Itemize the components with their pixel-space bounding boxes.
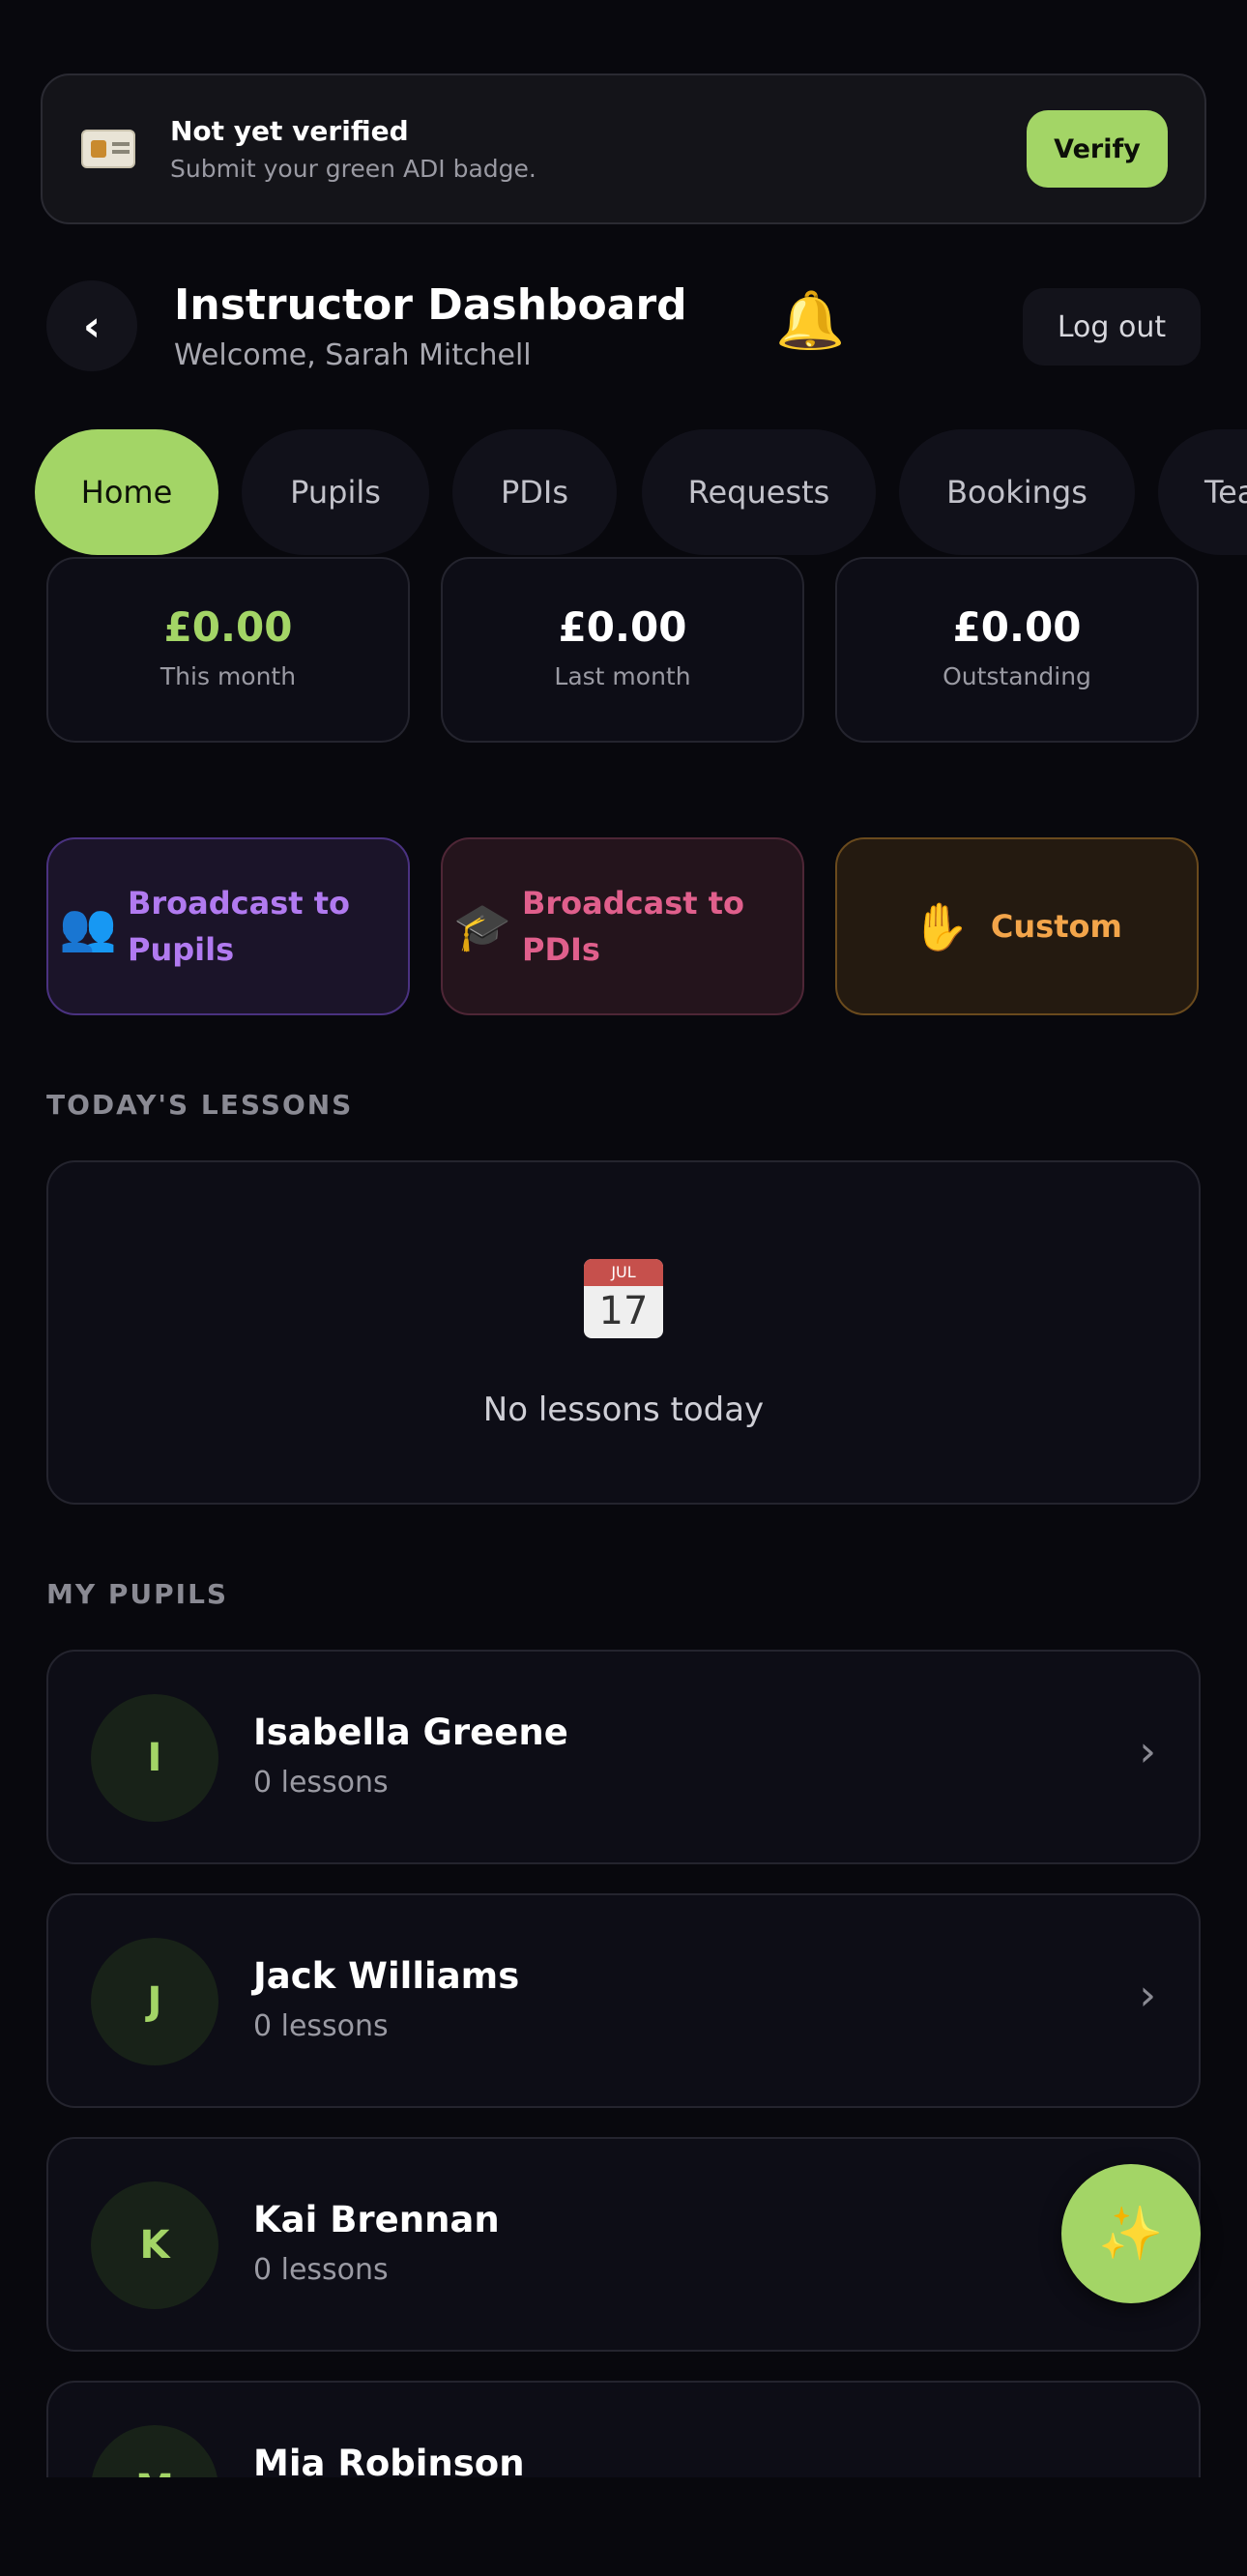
action-label: Broadcast to Pupils	[128, 880, 350, 973]
calendar-icon: JUL 17	[584, 1259, 663, 1338]
calendar-day: 17	[598, 1289, 649, 1333]
action-label-line: Broadcast to	[522, 885, 744, 922]
pupil-lesson-count: 0 lessons	[253, 2009, 389, 2043]
verify-button[interactable]: Verify	[1027, 110, 1168, 188]
id-badge-icon	[81, 130, 135, 168]
raised-hand-icon: ✋	[912, 899, 970, 954]
banner-title: Not yet verified	[170, 115, 409, 147]
stat-label: Outstanding	[942, 662, 1091, 690]
pupil-card[interactable]: K Kai Brennan 0 lessons	[46, 2137, 1201, 2352]
todays-lessons-card: JUL 17 No lessons today	[46, 1160, 1201, 1505]
avatar: I	[91, 1694, 218, 1822]
custom-broadcast-button[interactable]: ✋ Custom	[835, 837, 1199, 1015]
welcome-text: Welcome, Sarah Mitchell	[174, 338, 532, 372]
logout-button[interactable]: Log out	[1023, 288, 1201, 366]
back-button[interactable]: ‹	[46, 280, 137, 371]
action-label-line: Broadcast to	[128, 885, 350, 922]
pupil-card[interactable]: J Jack Williams 0 lessons ›	[46, 1893, 1201, 2108]
page-title: Instructor Dashboard	[174, 280, 687, 330]
chevron-right-icon: ›	[1139, 1971, 1156, 2020]
broadcast-to-pupils-button[interactable]: 👥 Broadcast to Pupils	[46, 837, 410, 1015]
stat-last-month: £0.00 Last month	[441, 557, 804, 743]
tab-bookings[interactable]: Bookings	[899, 429, 1135, 555]
action-label: Custom	[990, 908, 1122, 945]
action-label-line: Pupils	[128, 931, 235, 968]
tab-tea[interactable]: Tea	[1158, 429, 1247, 555]
stat-outstanding: £0.00 Outstanding	[835, 557, 1199, 743]
stat-this-month: £0.00 This month	[46, 557, 410, 743]
pupil-name: Isabella Greene	[253, 1712, 568, 1753]
banner-text: Not yet verified Submit your green ADI b…	[170, 115, 1027, 183]
pupil-lesson-count: 0 lessons	[253, 2253, 389, 2287]
chevron-right-icon: ›	[1139, 1727, 1156, 1776]
banner-subtitle: Submit your green ADI badge.	[170, 155, 536, 183]
ai-assistant-button[interactable]: ✨	[1061, 2164, 1201, 2303]
pupil-name: Kai Brennan	[253, 2199, 500, 2240]
avatar: J	[91, 1938, 218, 2065]
bell-icon[interactable]: 🔔	[775, 292, 845, 348]
stat-value: £0.00	[952, 603, 1082, 651]
stat-value: £0.00	[163, 603, 293, 651]
empty-lessons-text: No lessons today	[482, 1390, 765, 1429]
tab-home[interactable]: Home	[35, 429, 218, 555]
sparkles-icon: ✨	[1098, 2203, 1164, 2264]
stat-value: £0.00	[558, 603, 687, 651]
stat-label: This month	[160, 662, 297, 690]
nav-tabs: Home Pupils PDIs Requests Bookings Tea	[0, 429, 1247, 555]
verification-banner: Not yet verified Submit your green ADI b…	[41, 73, 1206, 224]
tab-pdis[interactable]: PDIs	[452, 429, 617, 555]
tab-pupils[interactable]: Pupils	[242, 429, 429, 555]
instructor-dashboard-page: Not yet verified Submit your green ADI b…	[0, 0, 1247, 2576]
avatar: K	[91, 2181, 218, 2309]
broadcast-to-pdis-button[interactable]: 🎓 Broadcast to PDIs	[441, 837, 804, 1015]
pupil-lesson-count: 0 lessons	[253, 1766, 389, 1800]
action-label-line: PDIs	[522, 931, 600, 968]
chevron-left-icon: ‹	[82, 301, 102, 351]
my-pupils-heading: MY PUPILS	[46, 1578, 229, 1610]
calendar-month: JUL	[584, 1259, 663, 1286]
tab-requests[interactable]: Requests	[642, 429, 876, 555]
bottom-safe-area	[0, 2477, 1247, 2576]
graduation-cap-icon: 🎓	[453, 899, 511, 954]
people-icon: 👥	[59, 899, 117, 954]
action-label: Broadcast to PDIs	[522, 880, 744, 973]
stat-label: Last month	[554, 662, 691, 690]
todays-lessons-heading: TODAY'S LESSONS	[46, 1089, 354, 1121]
pupil-card[interactable]: I Isabella Greene 0 lessons ›	[46, 1650, 1201, 1864]
pupil-name: Jack Williams	[253, 1955, 520, 1997]
